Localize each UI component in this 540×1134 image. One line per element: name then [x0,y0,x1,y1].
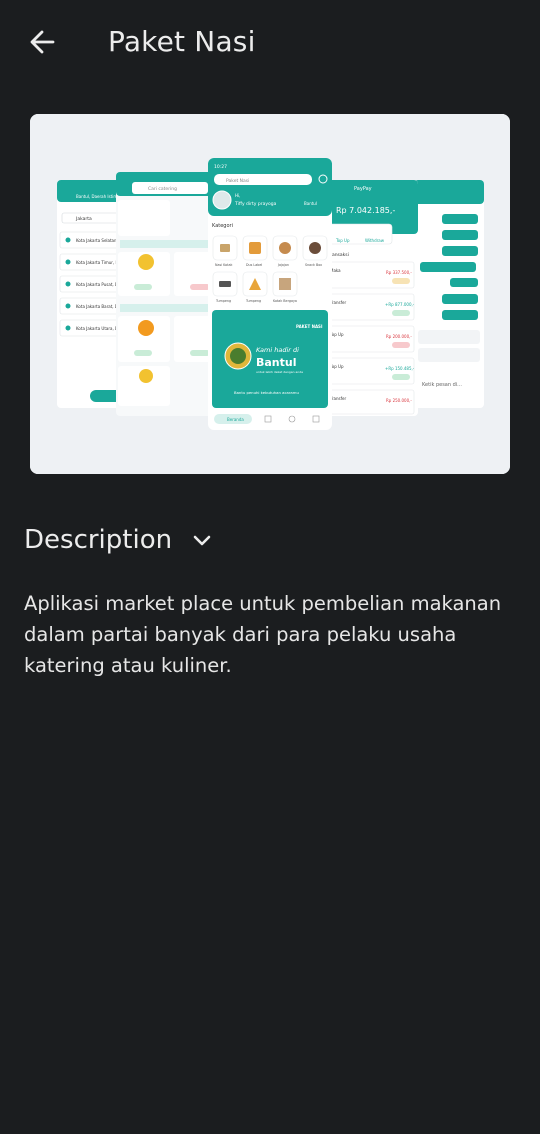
screen-chat: Ketik pesan di... [414,180,484,408]
catering-search-placeholder: Cari catering [148,186,177,192]
back-button[interactable] [22,22,62,62]
home-user-name: Tiffy dirty prayoga [234,201,277,207]
wallet-title: PayPay [354,186,372,192]
category-label: Tumpeng [245,299,261,303]
banner-cta: Bantu penuhi kebutuhan acaramu [234,390,299,395]
category-label: Tumpeng [215,299,231,303]
category-label: Snack Box [305,263,322,267]
category-label: Nasi Kotak [215,263,232,267]
app-screen: Paket Nasi Ketik pesan di... Bantul, Dae… [0,0,540,1134]
wallet-topup: Top Up [335,238,350,243]
banner-brand: PAKET NASI [296,324,323,329]
nav-home-label: Beranda [227,417,244,422]
banner-line1: Kami hadir di [256,346,299,354]
arrow-left-icon [30,30,55,54]
home-greeting: Hi, [235,193,240,198]
top-app-bar: Paket Nasi [0,0,540,84]
category-label: Jajajan [277,263,289,267]
tx-amount: +Rp 150.485,- [385,366,415,371]
preview-mockup: Ketik pesan di... Bantul, Daerah Istimew… [30,114,510,474]
chevron-down-icon [190,528,214,552]
description-toggle[interactable]: Description [24,520,214,560]
description-title: Description [24,525,173,555]
location-item: Kota Jakarta Selatan, [76,238,118,243]
wallet-balance: Rp 7.042.185,- [336,206,395,215]
location-item: Kota Jakarta Pusat, D [76,282,118,287]
location-search-value: Jakarta [75,216,92,222]
banner-line3: untuk lebih dekat dengan anda [256,370,303,374]
chat-input-placeholder: Ketik pesan di... [422,382,462,388]
screen-home: 10:27 Paket Nasi Hi, Tiffy dirty prayoga… [208,158,332,430]
home-search-placeholder: Paket Nasi [226,178,249,184]
screen-catering: Cari catering [116,172,212,416]
page-title: Paket Nasi [108,25,256,58]
home-location: Bantul [304,201,317,206]
tx-amount: Rp 250.000,- [386,398,412,403]
description-text: Aplikasi market place untuk pembelian ma… [24,592,502,677]
wallet-withdraw: Withdraw [365,238,385,243]
home-status-time: 10:27 [214,164,227,170]
screen-wallet: PayPay Rp 7.042.185,- Top Up Withdraw Tr… [320,180,418,416]
banner-line2: Bantul [256,356,297,369]
app-preview-image[interactable]: Ketik pesan di... Bantul, Daerah Istimew… [30,114,510,474]
tx-amount: Rp 337.500,- [386,270,412,275]
location-item: Kota Jakarta Timur, D [76,260,119,265]
tx-amount: Rp 200.000,- [386,334,412,339]
location-item: Kota Jakarta Barat, D [76,304,118,309]
category-label: Dus Label [246,263,262,267]
home-section-title: Kategori [212,223,233,229]
tx-amount: +Rp 877.000,- [385,302,415,307]
location-item: Kota Jakarta Utara, D [76,326,118,331]
category-label: Kotak Bergaya [273,299,297,303]
